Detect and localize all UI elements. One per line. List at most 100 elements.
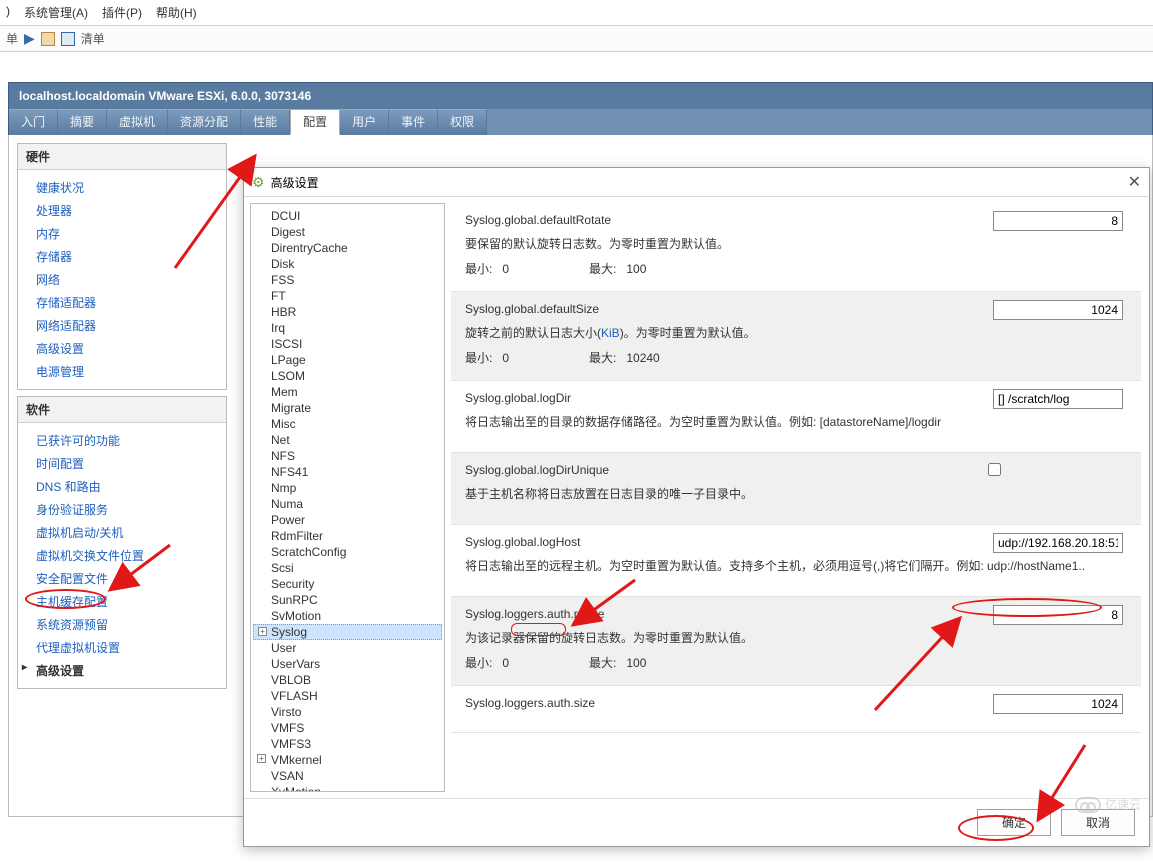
dialog-footer: 确定 取消 (244, 799, 1149, 846)
tree-item[interactable]: Migrate (253, 400, 442, 416)
truncated-label: 单 (6, 30, 18, 47)
tree-item-label: Migrate (271, 401, 311, 415)
tree-item[interactable]: User (253, 640, 442, 656)
tab-summary[interactable]: 摘要 (58, 109, 107, 135)
tree-item[interactable]: VBLOB (253, 672, 442, 688)
tab-events[interactable]: 事件 (389, 109, 438, 135)
tree-item[interactable]: LPage (253, 352, 442, 368)
sidebar-link-hardware[interactable]: 网络 (18, 268, 226, 291)
menu-system[interactable]: 系统管理(A) (24, 4, 88, 21)
sidebar-link-software[interactable]: 虚拟机交换文件位置 (18, 544, 226, 567)
sidebar-link-hardware[interactable]: 网络适配器 (18, 314, 226, 337)
home-icon[interactable] (41, 32, 55, 46)
tree-item[interactable]: Virsto (253, 704, 442, 720)
sidebar-link-hardware[interactable]: 处理器 (18, 199, 226, 222)
tree-item[interactable]: Numa (253, 496, 442, 512)
tree-item-label: VMkernel (271, 753, 322, 767)
sidebar-link-software[interactable]: 虚拟机启动/关机 (18, 521, 226, 544)
tree-item[interactable]: XvMotion (253, 784, 442, 792)
close-icon[interactable]: ✕ (1128, 172, 1141, 192)
tab-configuration[interactable]: 配置 (290, 109, 340, 135)
cancel-button[interactable]: 取消 (1061, 809, 1135, 836)
sidebar-link-software[interactable]: 安全配置文件 (18, 567, 226, 590)
tree-item[interactable]: VFLASH (253, 688, 442, 704)
tree-item[interactable]: VMFS3 (253, 736, 442, 752)
sidebar-link-software[interactable]: 代理虚拟机设置 (18, 636, 226, 659)
sidebar-link-software[interactable]: DNS 和路由 (18, 475, 226, 498)
setting-input[interactable] (993, 211, 1123, 231)
tree-item[interactable]: Disk (253, 256, 442, 272)
tree-item[interactable]: Misc (253, 416, 442, 432)
tree-item[interactable]: Nmp (253, 480, 442, 496)
sidebar-link-hardware[interactable]: 健康状况 (18, 176, 226, 199)
tree-item[interactable]: + VMkernel (253, 752, 442, 768)
sidebar-link-software[interactable]: 身份验证服务 (18, 498, 226, 521)
tree-item[interactable]: RdmFilter (253, 528, 442, 544)
tree-item-label: XvMotion (271, 785, 321, 792)
menu-help[interactable]: 帮助(H) (156, 4, 197, 21)
menu-truncated[interactable]: ) (6, 4, 10, 21)
tree-item[interactable]: ISCSI (253, 336, 442, 352)
inventory-icon[interactable] (61, 32, 75, 46)
expand-icon[interactable]: + (257, 754, 266, 763)
tree-item[interactable]: Mem (253, 384, 442, 400)
host-title: localhost.localdomain VMware ESXi, 6.0.0… (8, 82, 1153, 109)
menu-plugins[interactable]: 插件(P) (102, 4, 142, 21)
setting-input[interactable] (993, 694, 1123, 714)
tab-users[interactable]: 用户 (340, 109, 389, 135)
tree-item[interactable]: FSS (253, 272, 442, 288)
tree-item-label: UserVars (271, 657, 320, 671)
tree-item[interactable]: HBR (253, 304, 442, 320)
sidebar-link-hardware[interactable]: 内存 (18, 222, 226, 245)
tree-item[interactable]: DCUI (253, 208, 442, 224)
tab-vms[interactable]: 虚拟机 (107, 109, 168, 135)
setting-input[interactable] (993, 533, 1123, 553)
sidebar-link-software[interactable]: 高级设置 (18, 659, 226, 682)
setting-input[interactable] (993, 300, 1123, 320)
tab-performance[interactable]: 性能 (241, 109, 290, 135)
tree-item[interactable]: VMFS (253, 720, 442, 736)
tree-item[interactable]: SvMotion (253, 608, 442, 624)
tree-item[interactable]: NFS41 (253, 464, 442, 480)
nav-forward-icon[interactable]: ▶ (24, 30, 35, 47)
sidebar-link-hardware[interactable]: 存储器 (18, 245, 226, 268)
sidebar-link-software[interactable]: 已获许可的功能 (18, 429, 226, 452)
tree-item[interactable]: LSOM (253, 368, 442, 384)
tree-item[interactable]: Net (253, 432, 442, 448)
setting-range: 最小: 0最大: 100 (465, 260, 1127, 277)
tree-item-label: Nmp (271, 481, 296, 495)
tab-getting-started[interactable]: 入门 (9, 109, 58, 135)
tree-item[interactable]: VSAN (253, 768, 442, 784)
tree-item[interactable]: +Syslog (253, 624, 442, 640)
settings-tree[interactable]: DCUIDigestDirentryCacheDiskFSSFTHBRIrqIS… (250, 203, 445, 792)
tree-item[interactable]: Power (253, 512, 442, 528)
sidebar-link-hardware[interactable]: 存储适配器 (18, 291, 226, 314)
sidebar-link-software[interactable]: 主机缓存配置 (18, 590, 226, 613)
sidebar-link-software[interactable]: 时间配置 (18, 452, 226, 475)
tree-item[interactable]: ScratchConfig (253, 544, 442, 560)
setting-input[interactable] (993, 389, 1123, 409)
tree-item[interactable]: UserVars (253, 656, 442, 672)
tree-item[interactable]: DirentryCache (253, 240, 442, 256)
tab-resource-alloc[interactable]: 资源分配 (168, 109, 241, 135)
sidebar-link-hardware[interactable]: 电源管理 (18, 360, 226, 383)
setting-checkbox[interactable] (988, 463, 1001, 476)
expand-icon[interactable]: + (258, 627, 267, 636)
tree-item[interactable]: NFS (253, 448, 442, 464)
tree-item[interactable]: Irq (253, 320, 442, 336)
tree-item[interactable]: Security (253, 576, 442, 592)
sidebar-link-software[interactable]: 系统资源预留 (18, 613, 226, 636)
desc-link[interactable]: KiB (601, 326, 620, 340)
setting-input[interactable] (993, 605, 1123, 625)
tree-item[interactable]: FT (253, 288, 442, 304)
setting-row: Syslog.global.logHost将日志输出至的远程主机。为空时重置为默… (451, 525, 1141, 597)
sidebar-link-hardware[interactable]: 高级设置 (18, 337, 226, 360)
tree-item[interactable]: Scsi (253, 560, 442, 576)
dialog-header: ⚙ 高级设置 ✕ (244, 168, 1149, 197)
settings-pane[interactable]: Syslog.global.defaultRotate要保留的默认旋转日志数。为… (451, 203, 1145, 792)
tab-permissions[interactable]: 权限 (438, 109, 487, 135)
inventory-label[interactable]: 清单 (81, 30, 105, 47)
ok-button[interactable]: 确定 (977, 809, 1051, 836)
tree-item[interactable]: Digest (253, 224, 442, 240)
tree-item[interactable]: SunRPC (253, 592, 442, 608)
